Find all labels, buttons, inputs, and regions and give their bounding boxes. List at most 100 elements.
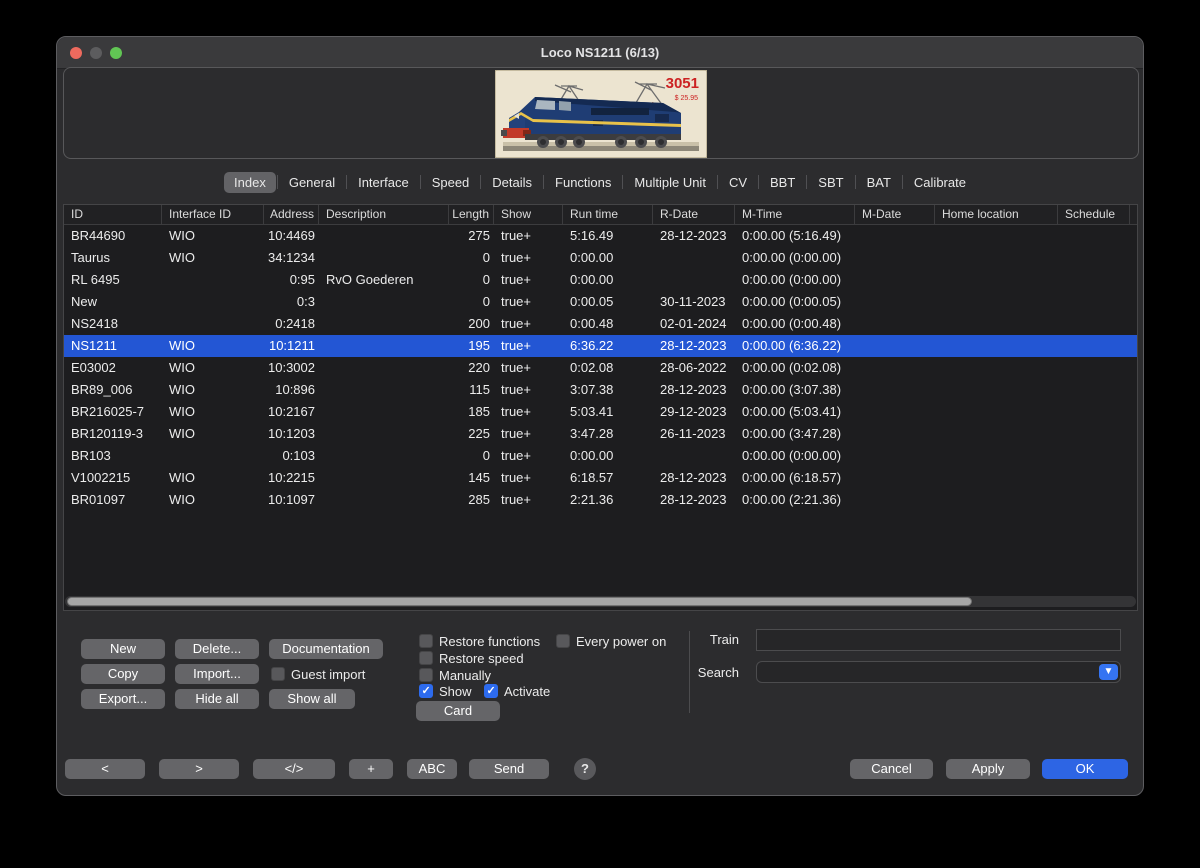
table-row-ns2418[interactable]: NS24180:2418200true+0:00.4802-01-20240:0… (64, 313, 1137, 335)
cell-address: 10:896 (264, 379, 319, 401)
table-row-br01097[interactable]: BR01097WIO10:1097285true+2:21.3628-12-20… (64, 489, 1137, 511)
tab-index[interactable]: Index (224, 172, 276, 193)
plus-button[interactable]: + (349, 759, 393, 779)
column-header-run-time[interactable]: Run time (563, 205, 653, 224)
column-header-description[interactable]: Description (319, 205, 449, 224)
new-button[interactable]: New (81, 639, 165, 659)
table-row-ns1211[interactable]: NS1211WIO10:1211195true+6:36.2228-12-202… (64, 335, 1137, 357)
manually-checkbox[interactable] (419, 668, 433, 682)
export-button[interactable]: Export... (81, 689, 165, 709)
hide-all-button[interactable]: Hide all (175, 689, 259, 709)
tab-bat[interactable]: BAT (857, 172, 901, 193)
cell-r-date: 26-11-2023 (653, 423, 735, 445)
column-header-home-location[interactable]: Home location (935, 205, 1058, 224)
tab-bbt[interactable]: BBT (760, 172, 805, 193)
table-row-v1002215[interactable]: V1002215WIO10:2215145true+6:18.5728-12-2… (64, 467, 1137, 489)
table-row-br103[interactable]: BR1030:1030true+0:00.000:00.00 (0:00.00) (64, 445, 1137, 467)
cell-show: true+ (494, 291, 563, 313)
cell-r-date (653, 247, 735, 269)
tab-multiple-unit[interactable]: Multiple Unit (624, 172, 716, 193)
code-button[interactable]: </> (253, 759, 335, 779)
cell-m-date (855, 313, 935, 335)
table-row-br89-006[interactable]: BR89_006WIO10:896115true+3:07.3828-12-20… (64, 379, 1137, 401)
cell-run-time: 0:00.48 (563, 313, 653, 335)
table-header: IDInterface IDAddressDescriptionLengthSh… (64, 205, 1137, 225)
apply-button[interactable]: Apply (946, 759, 1030, 779)
horizontal-scrollbar-thumb[interactable] (67, 597, 972, 606)
column-header-id[interactable]: ID (64, 205, 162, 224)
cell-show: true+ (494, 401, 563, 423)
cell-run-time: 0:00.00 (563, 269, 653, 291)
column-header-m-date[interactable]: M-Date (855, 205, 935, 224)
show-label: Show (439, 684, 472, 699)
every-power-on-checkbox[interactable] (556, 634, 570, 648)
train-input[interactable] (756, 629, 1121, 651)
table-row-br120119-3[interactable]: BR120119-3WIO10:1203225true+3:47.2826-11… (64, 423, 1137, 445)
tab-speed[interactable]: Speed (422, 172, 480, 193)
activate-checkbox[interactable] (484, 684, 498, 698)
tab-sbt[interactable]: SBT (808, 172, 853, 193)
cell-run-time: 5:03.41 (563, 401, 653, 423)
delete-button[interactable]: Delete... (175, 639, 259, 659)
cell-id: Taurus (64, 247, 162, 269)
documentation-button[interactable]: Documentation (269, 639, 383, 659)
copy-button[interactable]: Copy (81, 664, 165, 684)
tab-calibrate[interactable]: Calibrate (904, 172, 976, 193)
show-all-button[interactable]: Show all (269, 689, 355, 709)
restore-speed-checkbox[interactable] (419, 651, 433, 665)
cell-description (319, 225, 449, 247)
cell-id: BR103 (64, 445, 162, 467)
help-button[interactable]: ? (574, 758, 596, 780)
tab-cv[interactable]: CV (719, 172, 757, 193)
locomotive-illustration: 3051 $ 25.95 (495, 70, 707, 158)
cell-show: true+ (494, 423, 563, 445)
cell-interface-id: WIO (162, 247, 264, 269)
title-bar[interactable]: Loco NS1211 (6/13) (57, 37, 1143, 69)
chevron-down-icon[interactable]: ▼ (1099, 664, 1118, 680)
cell-address: 10:3002 (264, 357, 319, 379)
table-row-new[interactable]: New0:30true+0:00.0530-11-20230:00.00 (0:… (64, 291, 1137, 313)
cell-length: 275 (449, 225, 494, 247)
column-header-m-time[interactable]: M-Time (735, 205, 855, 224)
tab-details[interactable]: Details (482, 172, 542, 193)
table-row-taurus[interactable]: TaurusWIO34:12340true+0:00.000:00.00 (0:… (64, 247, 1137, 269)
tab-interface[interactable]: Interface (348, 172, 419, 193)
card-button[interactable]: Card (416, 701, 500, 721)
cell-schedule (1058, 357, 1130, 379)
table-row-br216025-7[interactable]: BR216025-7WIO10:2167185true+5:03.4129-12… (64, 401, 1137, 423)
send-button[interactable]: Send (469, 759, 549, 779)
cell-length: 200 (449, 313, 494, 335)
column-header-interface-id[interactable]: Interface ID (162, 205, 264, 224)
column-header-address[interactable]: Address (264, 205, 319, 224)
tab-separator (346, 175, 347, 189)
app-window: Loco NS1211 (6/13) (56, 36, 1144, 796)
table-row-rl-6495[interactable]: RL 64950:95RvO Goederen0true+0:00.000:00… (64, 269, 1137, 291)
cell-m-time: 0:00.00 (0:00.00) (735, 445, 855, 467)
cell-home-location (935, 379, 1058, 401)
cancel-button[interactable]: Cancel (850, 759, 933, 779)
table-row-br44690[interactable]: BR44690WIO10:4469275true+5:16.4928-12-20… (64, 225, 1137, 247)
prev-button[interactable]: < (65, 759, 145, 779)
ok-button[interactable]: OK (1042, 759, 1128, 779)
next-button[interactable]: > (159, 759, 239, 779)
tab-functions[interactable]: Functions (545, 172, 621, 193)
tab-general[interactable]: General (279, 172, 345, 193)
restore-speed-label: Restore speed (439, 651, 524, 666)
horizontal-scrollbar-track[interactable] (65, 596, 1136, 607)
import-button[interactable]: Import... (175, 664, 259, 684)
column-header-r-date[interactable]: R-Date (653, 205, 735, 224)
cell-interface-id: WIO (162, 401, 264, 423)
column-header-schedule[interactable]: Schedule (1058, 205, 1130, 224)
cell-schedule (1058, 247, 1130, 269)
column-header-show[interactable]: Show (494, 205, 563, 224)
search-dropdown[interactable]: ▼ (756, 661, 1121, 683)
cell-interface-id: WIO (162, 335, 264, 357)
cell-m-time: 0:00.00 (2:21.36) (735, 489, 855, 511)
table-row-e03002[interactable]: E03002WIO10:3002220true+0:02.0828-06-202… (64, 357, 1137, 379)
price-label: $ 25.95 (675, 95, 698, 102)
abc-button[interactable]: ABC (407, 759, 457, 779)
guest-import-checkbox[interactable] (271, 667, 285, 681)
column-header-length[interactable]: Length (449, 205, 494, 224)
restore-functions-checkbox[interactable] (419, 634, 433, 648)
show-checkbox[interactable] (419, 684, 433, 698)
